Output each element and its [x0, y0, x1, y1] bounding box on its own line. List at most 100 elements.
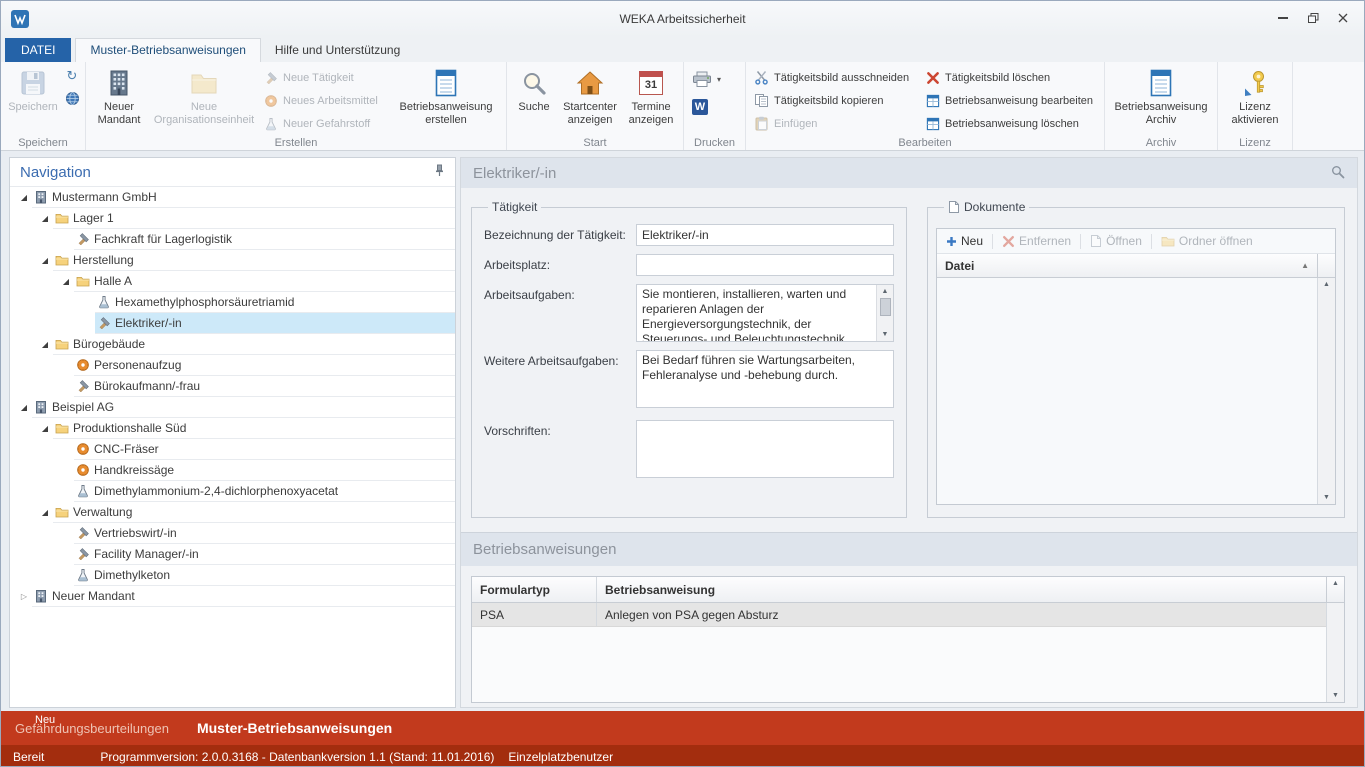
tree-item-facility-manager[interactable]: Facility Manager/-in	[10, 544, 455, 565]
scroll-down-icon[interactable]: ▼	[882, 330, 889, 339]
globe-icon[interactable]	[63, 90, 81, 106]
startcenter-anzeigen-button[interactable]: Startcenter anzeigen	[557, 64, 623, 130]
tab-datei[interactable]: DATEI	[5, 38, 71, 62]
termine-anzeigen-button[interactable]: 31 Termine anzeigen	[623, 64, 679, 130]
vorschriften-textarea[interactable]	[636, 420, 894, 478]
expander-open-icon[interactable]: ◢	[16, 397, 32, 418]
hazardous-substance-icon	[264, 117, 278, 131]
betriebsanweisung-erstellen-button[interactable]: Betriebsanweisung erstellen	[390, 64, 502, 130]
refresh-icon[interactable]: ↻	[63, 68, 81, 84]
tab-hilfe-und-unterstuetzung[interactable]: Hilfe und Unterstützung	[261, 39, 414, 62]
tree-item-handkreissaege[interactable]: Handkreissäge	[10, 460, 455, 481]
tab-muster-betriebsanweisungen[interactable]: Muster-Betriebsanweisungen	[75, 38, 260, 62]
scroll-thumb[interactable]	[880, 298, 891, 316]
arbeitsplatz-input[interactable]	[636, 254, 894, 276]
arbeitsaufgaben-textarea[interactable]: Sie montieren, installieren, warten und …	[636, 284, 894, 342]
dokumente-ordner-oeffnen-button[interactable]: Ordner öffnen	[1156, 234, 1258, 248]
expander-open-icon[interactable]: ◢	[37, 250, 53, 271]
tree-item-mustermann-gmbh[interactable]: ◢Mustermann GmbH	[10, 187, 455, 208]
taetigkeitsbild-loeschen-button[interactable]: Tätigkeitsbild löschen	[922, 66, 1100, 89]
search-small-icon[interactable]	[1331, 165, 1345, 182]
lizenz-aktivieren-button[interactable]: Lizenz aktivieren	[1222, 64, 1288, 130]
tree-item-dimethylketon[interactable]: Dimethylketon	[10, 565, 455, 586]
tree-item-fachkraft-lagerlogistik[interactable]: Fachkraft für Lagerlogistik	[10, 229, 455, 250]
ba-header-scroll-cell[interactable]: ▲	[1326, 577, 1344, 602]
dokumente-column-datei[interactable]: Datei ▲	[937, 254, 1317, 277]
ba-scrollbar[interactable]: ▼	[1326, 603, 1344, 702]
window-controls	[1268, 7, 1358, 29]
tree-item-hexamethylphosphorsaeuretriamid[interactable]: Hexamethylphosphorsäuretriamid	[10, 292, 455, 313]
expander-open-icon[interactable]: ◢	[37, 418, 53, 439]
scroll-down-icon[interactable]: ▼	[1323, 493, 1330, 502]
tree-item-dimethylammonium[interactable]: Dimethylammonium-2,4-dichlorphenoxyaceta…	[10, 481, 455, 502]
dokumente-table-header: Datei ▲	[937, 254, 1335, 278]
bearbeiten-stack-left: Tätigkeitsbild ausschneiden Tätigkeitsbi…	[750, 64, 922, 135]
print-button[interactable]: ▾	[688, 68, 725, 91]
dokumente-scrollbar[interactable]: ▲ ▼	[1317, 278, 1335, 504]
neue-taetigkeit-button[interactable]: Neue Tätigkeit	[260, 66, 390, 89]
dokumente-entfernen-button[interactable]: Entfernen	[997, 234, 1076, 248]
dokumente-neu-button[interactable]: Neu	[941, 234, 988, 248]
column-betriebsanweisung[interactable]: Betriebsanweisung	[597, 577, 1326, 602]
expander-closed-icon[interactable]: ▷	[16, 586, 32, 607]
tree-item-personenaufzug[interactable]: Personenaufzug	[10, 355, 455, 376]
tree-item-neuer-mandant[interactable]: ▷Neuer Mandant	[10, 586, 455, 607]
tree-item-buerokaufmann[interactable]: Bürokaufmann/-frau	[10, 376, 455, 397]
minimize-button[interactable]	[1268, 7, 1298, 29]
equipment-icon	[76, 442, 90, 456]
tree-item-produktionshalle-sued[interactable]: ◢Produktionshalle Süd	[10, 418, 455, 439]
expander-open-icon[interactable]: ◢	[37, 502, 53, 523]
word-export-button[interactable]: W	[688, 95, 725, 118]
dokumente-legend: Dokumente	[964, 200, 1025, 214]
expander-open-icon[interactable]: ◢	[16, 187, 32, 208]
tree-item-cnc-fraeser[interactable]: CNC-Fräser	[10, 439, 455, 460]
calendar-icon: 31	[639, 67, 663, 99]
arbeitsaufgaben-scrollbar[interactable]: ▲ ▼	[876, 285, 893, 341]
weitere-arbeitsaufgaben-textarea[interactable]: Bei Bedarf führen sie Wartungsarbeiten, …	[636, 350, 894, 408]
tree-item-vertriebswirt[interactable]: Vertriebswirt/-in	[10, 523, 455, 544]
restore-icon	[1308, 13, 1319, 23]
einfuegen-button[interactable]: Einfügen	[750, 112, 922, 135]
expander-open-icon[interactable]: ◢	[58, 271, 74, 292]
neuer-mandant-button[interactable]: Neuer Mandant	[90, 64, 148, 130]
tree-item-buerogebaeude[interactable]: ◢Bürogebäude	[10, 334, 455, 355]
betriebsanweisung-archiv-button[interactable]: Betriebsanweisung Archiv	[1109, 64, 1213, 130]
betriebsanweisung-loeschen-button[interactable]: Betriebsanweisung löschen	[922, 112, 1100, 135]
detail-panel: Elektriker/-in Tätigkeit Bezeichnung der…	[460, 157, 1358, 708]
tree-item-elektriker-selected[interactable]: Elektriker/-in	[10, 313, 455, 334]
scroll-up-icon[interactable]: ▲	[1323, 280, 1330, 289]
cell-betriebsanweisung: Anlegen von PSA gegen Absturz	[597, 603, 1326, 626]
bottom-nav-muster-betriebsanweisungen[interactable]: Muster-Betriebsanweisungen	[197, 720, 392, 736]
group-label-lizenz: Lizenz	[1218, 137, 1292, 149]
column-formulartyp[interactable]: Formulartyp	[472, 577, 597, 602]
expander-open-icon[interactable]: ◢	[37, 208, 53, 229]
tree-item-beispiel-ag[interactable]: ◢Beispiel AG	[10, 397, 455, 418]
tree-item-halle-a[interactable]: ◢Halle A	[10, 271, 455, 292]
scroll-up-icon[interactable]: ▲	[882, 287, 889, 296]
ribbon-group-speichern: Speichern ↻ Speichern	[1, 62, 86, 150]
neuer-gefahrstoff-button[interactable]: Neuer Gefahrstoff	[260, 112, 390, 135]
betriebsanweisung-bearbeiten-button[interactable]: Betriebsanweisung bearbeiten	[922, 89, 1100, 112]
neues-arbeitsmittel-button[interactable]: Neues Arbeitsmittel	[260, 89, 390, 112]
tree-item-verwaltung[interactable]: ◢Verwaltung	[10, 502, 455, 523]
scroll-down-icon[interactable]: ▼	[1332, 691, 1339, 700]
tree-item-herstellung[interactable]: ◢Herstellung	[10, 250, 455, 271]
save-button[interactable]: Speichern	[5, 64, 61, 117]
bezeichnung-input[interactable]	[636, 224, 894, 246]
dokumente-oeffnen-button[interactable]: Öffnen	[1085, 234, 1147, 248]
restore-button[interactable]	[1298, 7, 1328, 29]
expander-open-icon[interactable]: ◢	[37, 334, 53, 355]
neue-organisationseinheit-button[interactable]: Neue Organisationseinheit	[148, 64, 260, 130]
printer-icon	[692, 71, 712, 88]
taetigkeitsbild-kopieren-button[interactable]: Tätigkeitsbild kopieren	[750, 89, 922, 112]
suche-button[interactable]: Suche	[511, 64, 557, 117]
bearbeiten-stack-right: Tätigkeitsbild löschen Betriebsanweisung…	[922, 64, 1100, 135]
table-row[interactable]: PSA Anlegen von PSA gegen Absturz	[472, 603, 1326, 627]
tree-item-lager-1[interactable]: ◢Lager 1	[10, 208, 455, 229]
pin-icon[interactable]	[434, 164, 445, 180]
taetigkeitsbild-ausschneiden-button[interactable]: Tätigkeitsbild ausschneiden	[750, 66, 922, 89]
word-icon: W	[692, 99, 708, 115]
status-bar: Bereit Programmversion: 2.0.0.3168 - Dat…	[1, 745, 1364, 767]
close-button[interactable]	[1328, 7, 1358, 29]
dokumente-empty-list[interactable]	[937, 278, 1317, 504]
